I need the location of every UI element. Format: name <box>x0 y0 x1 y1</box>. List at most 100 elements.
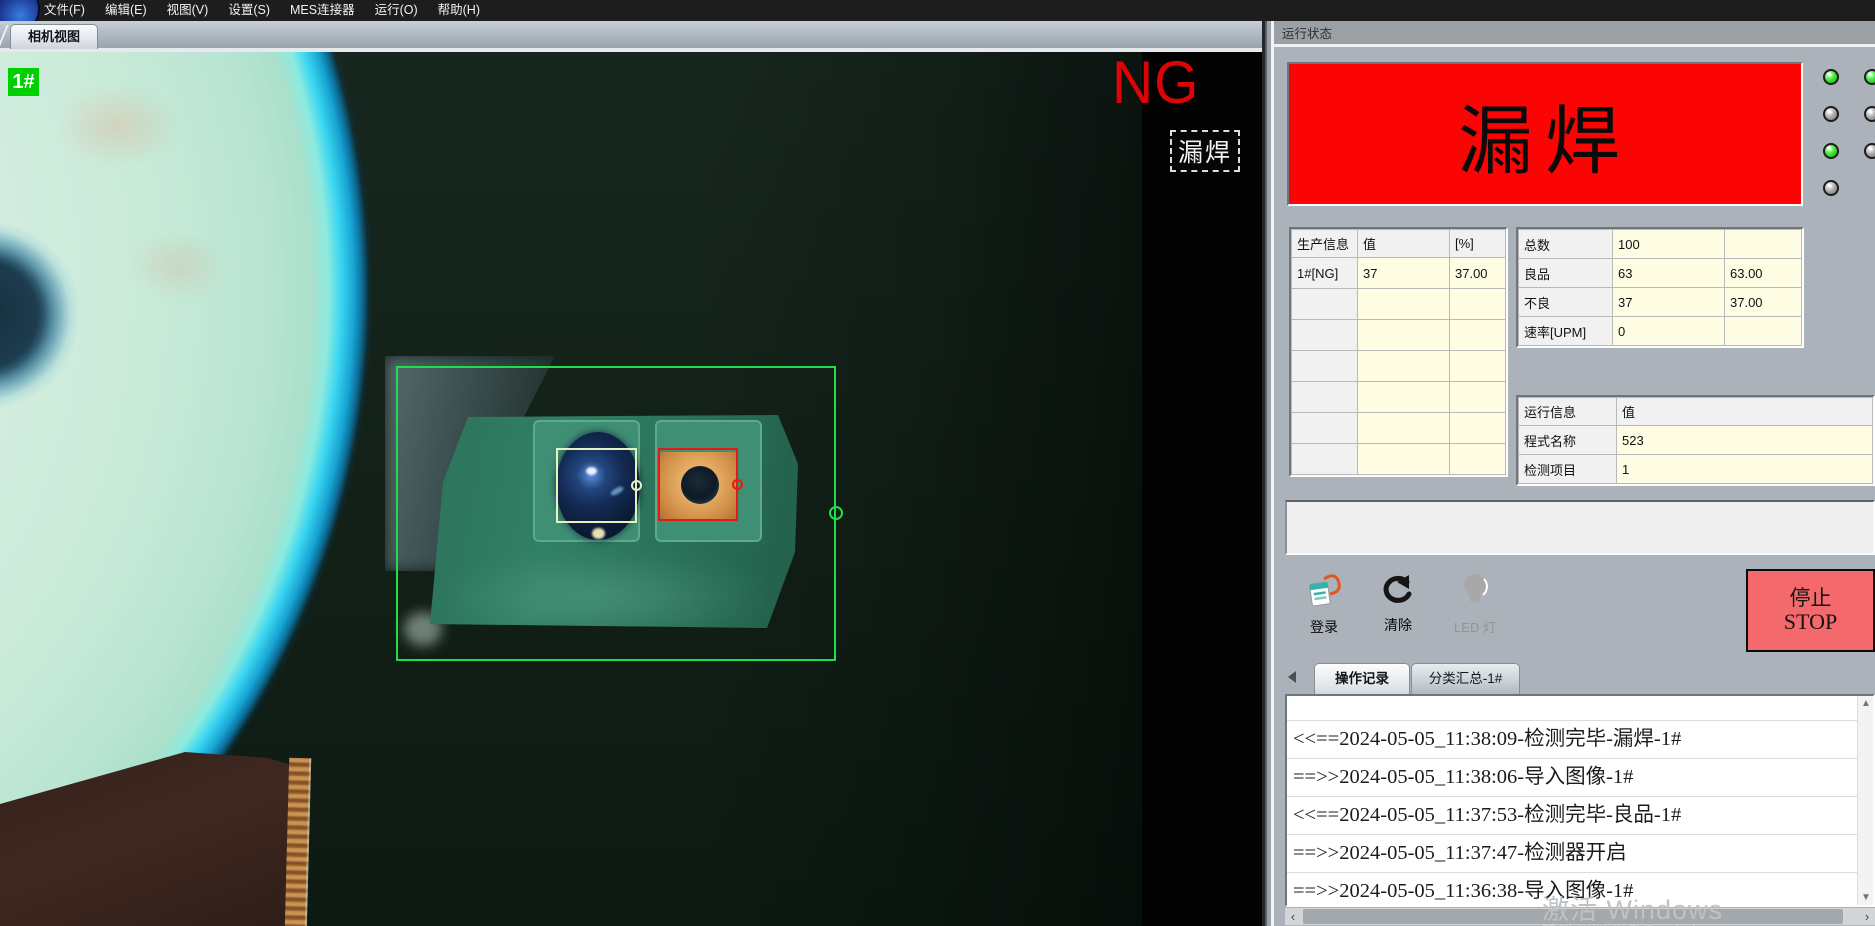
menu-item[interactable]: 编辑(E) <box>95 0 157 21</box>
production-table-header: 生产信息 <box>1292 230 1358 258</box>
production-table: 生产信息值[%] 1#[NG] 37 37.00 <box>1289 227 1508 477</box>
production-table-row <box>1292 382 1506 413</box>
run-info-row: 程式名称 523 <box>1519 426 1873 455</box>
production-cell-label <box>1292 413 1358 444</box>
run-info-value: 523 <box>1617 426 1873 455</box>
clear-button[interactable]: 清除 <box>1366 573 1430 635</box>
stats-table: 总数 100 良品 63 63.00 不良 37 <box>1516 227 1804 348</box>
log-entry[interactable]: ==>>2024-05-05_11:38:06-导入图像-1# <box>1287 758 1858 796</box>
menu-item[interactable]: MES连接器 <box>280 0 365 21</box>
run-info-row: 检测项目 1 <box>1519 455 1873 484</box>
tab-classification-summary[interactable]: 分类汇总-1# <box>1411 663 1520 694</box>
production-cell-label <box>1292 382 1358 413</box>
production-cell-percent <box>1450 444 1506 475</box>
indicator-light <box>1864 143 1875 159</box>
run-info-value: 1 <box>1617 455 1873 484</box>
production-cell-value <box>1358 382 1450 413</box>
tab-camera-view[interactable]: 相机视图 <box>10 24 98 49</box>
stats-cell-percent <box>1725 317 1802 346</box>
scroll-right-icon[interactable]: › <box>1859 908 1875 925</box>
message-box[interactable] <box>1285 500 1875 555</box>
app-logo-icon[interactable] <box>0 0 40 21</box>
light-bulb-icon <box>1457 571 1493 611</box>
camera-image-black-band <box>1142 52 1262 926</box>
production-table-header: 值 <box>1358 230 1450 258</box>
tab-scroll-left-icon[interactable] <box>1282 671 1296 683</box>
indicator-lights-right <box>1864 69 1875 159</box>
production-table-row <box>1292 413 1506 444</box>
stats-cell-value: 37 <box>1613 288 1725 317</box>
log-entry[interactable]: <<==2024-05-05_11:37:53-检测完毕-良品-1# <box>1287 796 1858 834</box>
scrollbar-track[interactable] <box>1301 908 1859 925</box>
production-cell-label: 1#[NG] <box>1292 258 1358 289</box>
tab-strip-divider <box>0 48 1262 52</box>
scroll-left-icon[interactable]: ‹ <box>1285 908 1301 925</box>
roi-fail-notch <box>732 479 743 490</box>
indicator-light <box>1823 106 1839 122</box>
stats-cell-percent <box>1725 230 1802 259</box>
led-label: LED 灯 <box>1454 617 1496 636</box>
scroll-down-icon[interactable]: ▼ <box>1861 892 1871 903</box>
stop-button[interactable]: 停止 STOP <box>1746 569 1875 652</box>
stats-table-row: 速率[UPM] 0 <box>1519 317 1802 346</box>
stats-cell-value: 0 <box>1613 317 1725 346</box>
run-info-header: 运行信息 <box>1519 398 1617 426</box>
roi-inspection-notch <box>829 506 843 520</box>
pane-splitter[interactable] <box>1262 21 1274 926</box>
production-cell-value <box>1358 351 1450 382</box>
production-cell-label <box>1292 289 1358 320</box>
run-info-label: 程式名称 <box>1519 426 1617 455</box>
production-cell-percent <box>1450 289 1506 320</box>
menu-item[interactable]: 视图(V) <box>157 0 219 21</box>
menu-item[interactable]: 帮助(H) <box>428 0 490 21</box>
led-light-button[interactable]: LED 灯 <box>1442 571 1508 636</box>
login-label: 登录 <box>1310 617 1338 637</box>
menu-item[interactable]: 运行(O) <box>365 0 428 21</box>
production-table-row <box>1292 444 1506 475</box>
result-ng-label: NG <box>1112 52 1199 114</box>
alarm-banner: 漏焊 <box>1287 62 1803 206</box>
stats-cell-label: 良品 <box>1519 259 1613 288</box>
stats-table-row: 总数 100 <box>1519 230 1802 259</box>
indicator-light <box>1864 69 1875 85</box>
log-entry[interactable]: ==>>2024-05-05_11:36:38-导入图像-1# <box>1287 872 1858 907</box>
log-entry[interactable]: <<==2024-05-05_11:38:09-检测完毕-漏焊-1# <box>1287 720 1858 758</box>
stats-cell-value: 63 <box>1613 259 1725 288</box>
production-cell-percent <box>1450 413 1506 444</box>
stats-table-row: 良品 63 63.00 <box>1519 259 1802 288</box>
menu-bar: 文件(F)编辑(E)视图(V)设置(S)MES连接器运行(O)帮助(H) <box>0 0 1875 21</box>
indicator-light <box>1823 69 1839 85</box>
camera-view-image[interactable]: 1# NG 漏焊 <box>0 52 1262 926</box>
production-cell-value <box>1358 289 1450 320</box>
stats-cell-percent: 37.00 <box>1725 288 1802 317</box>
id-badge-icon <box>1304 571 1344 611</box>
roi-pass-notch <box>631 480 642 491</box>
menu-item[interactable]: 设置(S) <box>218 0 280 21</box>
menu-item[interactable]: 文件(F) <box>34 0 95 21</box>
scrollbar-thumb[interactable] <box>1303 909 1843 924</box>
login-button[interactable]: 登录 <box>1292 571 1356 637</box>
defect-tag-label: 漏焊 <box>1170 130 1240 172</box>
stop-label-cn: 停止 <box>1790 586 1832 610</box>
scroll-up-icon[interactable]: ▲ <box>1861 698 1871 709</box>
production-cell-label <box>1292 320 1358 351</box>
operation-log-list: <<==2024-05-05_11:38:09-检测完毕-漏焊-1#==>>20… <box>1285 694 1875 907</box>
production-table-row <box>1292 351 1506 382</box>
log-entry[interactable]: ==>>2024-05-05_11:37:47-检测器开启 <box>1287 834 1858 872</box>
production-table-header: [%] <box>1450 230 1506 258</box>
stats-cell-value: 100 <box>1613 230 1725 259</box>
log-vertical-scrollbar[interactable]: ▲ ▼ <box>1857 696 1873 905</box>
production-cell-percent <box>1450 320 1506 351</box>
camera-id-badge: 1# <box>8 68 39 96</box>
indicator-light <box>1864 106 1875 122</box>
run-status-panel: 运行状态 漏焊 生产信息值[%] 1#[NG <box>1274 21 1875 926</box>
tab-operation-log[interactable]: 操作记录 <box>1314 663 1410 694</box>
alarm-banner-text: 漏焊 <box>1458 80 1632 189</box>
production-cell-percent <box>1450 382 1506 413</box>
stop-label-en: STOP <box>1784 610 1837 634</box>
indicator-light <box>1823 143 1839 159</box>
roi-pass-box <box>556 448 637 523</box>
log-horizontal-scrollbar[interactable]: ‹ › <box>1285 908 1875 925</box>
indicator-light <box>1823 180 1839 196</box>
production-table-row <box>1292 320 1506 351</box>
